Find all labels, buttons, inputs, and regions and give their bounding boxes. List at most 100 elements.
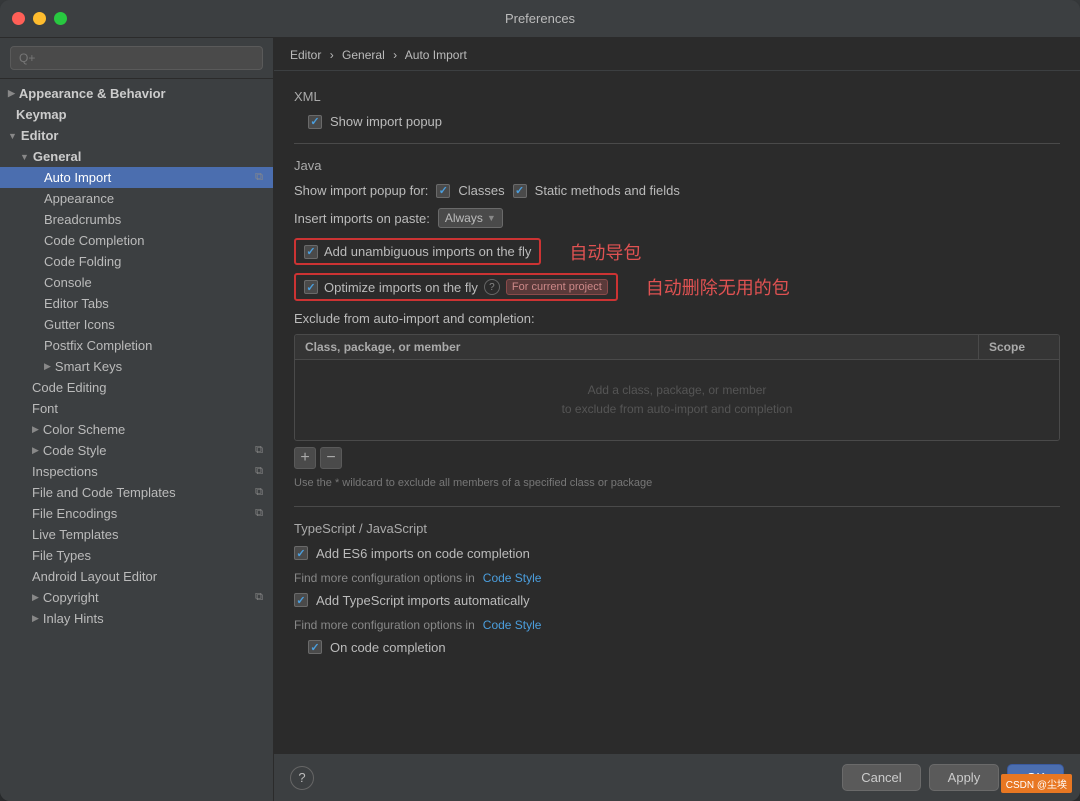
sidebar: ▶ Appearance & Behavior Keymap ▼ Editor …: [0, 38, 274, 801]
sidebar-item-file-encodings[interactable]: File Encodings ⧉: [0, 503, 273, 524]
exclude-table-body: Add a class, package, or member to exclu…: [295, 360, 1059, 440]
show-import-popup-row: Show import popup: [294, 114, 1060, 129]
sidebar-item-file-types[interactable]: File Types: [0, 545, 273, 566]
add-es6-checkbox[interactable]: [294, 546, 308, 560]
sidebar-item-color-scheme[interactable]: ▶ Color Scheme: [0, 419, 273, 440]
sidebar-item-android-layout-editor[interactable]: Android Layout Editor: [0, 566, 273, 587]
search-input[interactable]: [10, 46, 263, 70]
exclude-label: Exclude from auto-import and completion:: [294, 311, 1060, 326]
settings-content: XML Show import popup Java Show import p…: [274, 71, 1080, 753]
sidebar-item-postfix-completion[interactable]: Postfix Completion: [0, 335, 273, 356]
show-import-popup-label: Show import popup: [330, 114, 442, 129]
show-import-popup-checkbox[interactable]: [308, 115, 322, 129]
copy-icon: ⧉: [255, 507, 263, 520]
sidebar-item-smart-keys[interactable]: ▶ Smart Keys: [0, 356, 273, 377]
static-methods-checkbox[interactable]: [513, 184, 527, 198]
apply-button[interactable]: Apply: [929, 764, 1000, 791]
on-code-completion-row: On code completion: [294, 640, 1060, 655]
for-current-project-badge: For current project: [506, 279, 608, 295]
classes-checkbox[interactable]: [436, 184, 450, 198]
add-ts-auto-row: Add TypeScript imports automatically: [294, 593, 1060, 608]
exclude-table: Class, package, or member Scope Add a cl…: [294, 334, 1060, 441]
code-style-link-2[interactable]: Code Style: [483, 618, 542, 632]
chevron-icon: ▶: [32, 613, 39, 624]
static-methods-label: Static methods and fields: [535, 183, 680, 198]
sidebar-item-code-editing[interactable]: Code Editing: [0, 377, 273, 398]
add-unambiguous-checkbox[interactable]: [304, 245, 318, 259]
copy-icon: ⧉: [255, 465, 263, 478]
watermark: CSDN @尘埃: [1001, 774, 1072, 793]
annotation-auto-import: 自动导包: [569, 239, 641, 265]
insert-imports-row: Insert imports on paste: Always ▼: [294, 208, 1060, 228]
sidebar-item-code-completion[interactable]: Code Completion: [0, 230, 273, 251]
add-unambiguous-row: Add unambiguous imports on the fly 自动导包: [294, 238, 1060, 265]
java-section-title: Java: [294, 158, 1060, 173]
close-button[interactable]: [12, 12, 25, 25]
sidebar-item-editor-tabs[interactable]: Editor Tabs: [0, 293, 273, 314]
table-actions: + −: [294, 447, 1060, 469]
sidebar-item-gutter-icons[interactable]: Gutter Icons: [0, 314, 273, 335]
cancel-button[interactable]: Cancel: [842, 764, 920, 791]
sidebar-item-console[interactable]: Console: [0, 272, 273, 293]
chevron-icon: ▼: [8, 131, 17, 141]
minimize-button[interactable]: [33, 12, 46, 25]
exclude-placeholder: Add a class, package, or member to exclu…: [562, 381, 793, 419]
chevron-icon: ▶: [32, 445, 39, 456]
bottom-left: ?: [290, 766, 314, 790]
window-controls[interactable]: [12, 12, 67, 25]
insert-imports-value: Always: [445, 211, 483, 225]
chevron-icon: ▶: [32, 424, 39, 435]
sidebar-item-general[interactable]: ▼ General: [0, 146, 273, 167]
sidebar-item-font[interactable]: Font: [0, 398, 273, 419]
find-more-2-prefix: Find more configuration options in: [294, 618, 475, 632]
annotation-delete-unused: 自动删除无用的包: [646, 274, 790, 300]
on-code-completion-checkbox[interactable]: [308, 640, 322, 654]
breadcrumb: Editor › General › Auto Import: [274, 38, 1080, 71]
optimize-imports-row: Optimize imports on the fly ? For curren…: [294, 273, 1060, 301]
add-es6-row: Add ES6 imports on code completion: [294, 546, 1060, 561]
bottom-bar: ? Cancel Apply OK: [274, 753, 1080, 801]
help-button[interactable]: ?: [290, 766, 314, 790]
copy-icon: ⧉: [255, 486, 263, 499]
breadcrumb-auto-import: Auto Import: [405, 48, 467, 62]
sidebar-item-appearance-behavior[interactable]: ▶ Appearance & Behavior: [0, 83, 273, 104]
classes-label: Classes: [458, 183, 504, 198]
sidebar-item-live-templates[interactable]: Live Templates: [0, 524, 273, 545]
add-row-button[interactable]: +: [294, 447, 316, 469]
search-box: [0, 38, 273, 79]
sidebar-item-appearance[interactable]: Appearance: [0, 188, 273, 209]
find-more-2-row: Find more configuration options in Code …: [294, 618, 1060, 632]
sidebar-item-code-style[interactable]: ▶ Code Style ⧉: [0, 440, 273, 461]
remove-row-button[interactable]: −: [320, 447, 342, 469]
show-import-popup-for-label: Show import popup for:: [294, 183, 428, 198]
optimize-imports-checkbox[interactable]: [304, 280, 318, 294]
chevron-icon: ▶: [32, 592, 39, 603]
breadcrumb-general: General: [342, 48, 385, 62]
sidebar-item-editor[interactable]: ▼ Editor: [0, 125, 273, 146]
sidebar-item-inlay-hints[interactable]: ▶ Inlay Hints: [0, 608, 273, 629]
sidebar-item-code-folding[interactable]: Code Folding: [0, 251, 273, 272]
sidebar-item-keymap[interactable]: Keymap: [0, 104, 273, 125]
maximize-button[interactable]: [54, 12, 67, 25]
typescript-section-title: TypeScript / JavaScript: [294, 521, 1060, 536]
copy-icon: ⧉: [255, 444, 263, 457]
copy-icon: ⧉: [255, 591, 263, 604]
show-import-popup-for-row: Show import popup for: Classes Static me…: [294, 183, 1060, 198]
sidebar-item-inspections[interactable]: Inspections ⧉: [0, 461, 273, 482]
sidebar-item-copyright[interactable]: ▶ Copyright ⧉: [0, 587, 273, 608]
add-ts-auto-checkbox[interactable]: [294, 593, 308, 607]
wildcard-note: Use the * wildcard to exclude all member…: [294, 475, 1060, 492]
insert-imports-dropdown[interactable]: Always ▼: [438, 208, 503, 228]
sidebar-item-file-code-templates[interactable]: File and Code Templates ⧉: [0, 482, 273, 503]
find-more-1-prefix: Find more configuration options in: [294, 571, 475, 585]
sidebar-item-breadcrumbs[interactable]: Breadcrumbs: [0, 209, 273, 230]
add-es6-label: Add ES6 imports on code completion: [316, 546, 530, 561]
help-icon[interactable]: ?: [484, 279, 500, 295]
main-panel: Editor › General › Auto Import XML Show …: [274, 38, 1080, 801]
add-ts-auto-label: Add TypeScript imports automatically: [316, 593, 530, 608]
xml-section-title: XML: [294, 89, 1060, 104]
code-style-link-1[interactable]: Code Style: [483, 571, 542, 585]
sidebar-item-auto-import[interactable]: Auto Import ⧉: [0, 167, 273, 188]
add-unambiguous-box: Add unambiguous imports on the fly: [294, 238, 541, 265]
breadcrumb-editor: Editor: [290, 48, 321, 62]
